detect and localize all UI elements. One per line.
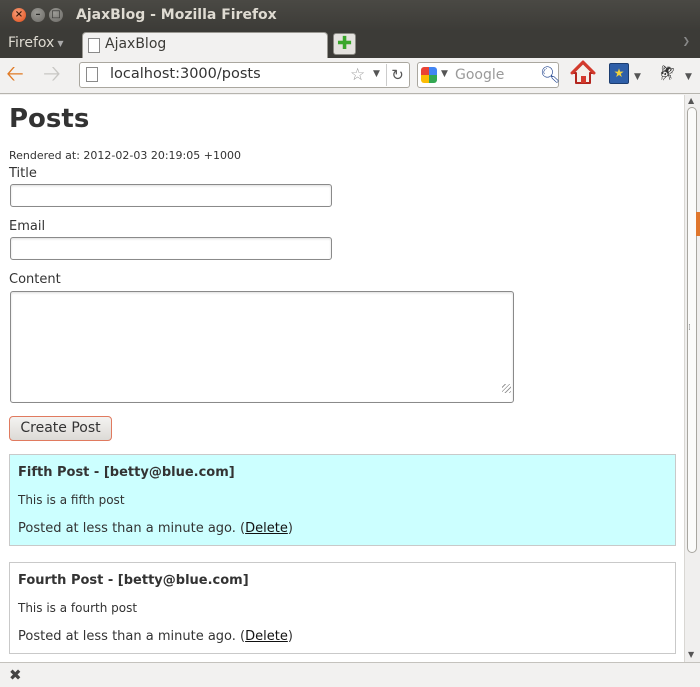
delete-link[interactable]: Delete [245,629,288,644]
tab-list-chevron-icon[interactable]: ❯ [682,37,690,47]
google-icon[interactable] [421,67,437,83]
page-icon [88,38,100,53]
navigation-toolbar: 🡠 🡢 localhost:3000/posts ☆ ▼ ↻ ▼ 🔍︎ ★ ▼ … [0,58,700,94]
bookmarks-icon[interactable]: ★ [609,63,629,84]
close-window-button[interactable]: × [12,8,26,22]
url-text[interactable]: localhost:3000/posts [110,66,261,82]
vertical-scrollbar[interactable]: ▲ ⁞ ▼ [684,95,700,662]
post-meta: Posted at less than a minute ago. (Delet… [18,521,293,536]
post-meta-text: Posted at less than a minute ago. ( [18,521,246,536]
url-bar[interactable]: localhost:3000/posts ☆ ▼ ↻ [79,62,410,88]
post-meta-suffix: ) [287,521,293,536]
forward-arrow-icon[interactable]: 🡢 [43,64,61,86]
scroll-down-arrow-icon[interactable]: ▼ [688,650,694,659]
bug-icon[interactable]: 🪰︎ [658,64,677,82]
minimize-window-button[interactable]: – [31,8,45,22]
bookmark-star-icon[interactable]: ☆ [350,65,365,85]
post-body: This is a fourth post [18,601,138,615]
window-title: AjaxBlog - Mozilla Firefox [76,7,277,23]
email-input[interactable] [10,237,332,260]
new-tab-button[interactable]: ✚ [333,33,356,55]
post-item: Fourth Post - [betty@blue.com] This is a… [9,562,676,654]
content-textarea[interactable] [10,291,514,403]
tab-strip: Firefox ▼ AjaxBlog ✚ ❯ [0,31,700,58]
delete-link[interactable]: Delete [245,521,288,536]
post-title: Fourth Post - [betty@blue.com] [18,573,249,588]
chevron-down-icon[interactable]: ▼ [373,69,380,79]
back-arrow-icon[interactable]: 🡠 [6,64,24,86]
chevron-down-icon[interactable]: ▼ [685,72,692,82]
email-label: Email [9,219,46,234]
title-input[interactable] [10,184,332,207]
search-icon[interactable]: 🔍︎ [540,65,560,84]
create-post-button[interactable]: Create Post [9,416,112,441]
status-bar: ✖ [0,662,700,687]
post-meta: Posted at less than a minute ago. (Delet… [18,629,293,644]
page-title: Posts [9,104,90,134]
grip-icon: ⁞ [688,323,691,333]
tab-ajaxblog[interactable]: AjaxBlog [82,32,328,58]
resize-grip-icon[interactable] [502,384,511,393]
post-body: This is a fifth post [18,493,125,507]
chevron-down-icon[interactable]: ▼ [634,72,641,82]
post-title: Fifth Post - [betty@blue.com] [18,465,235,480]
reload-icon[interactable]: ↻ [386,64,408,86]
scroll-up-arrow-icon[interactable]: ▲ [688,96,694,105]
edge-marker [696,212,700,236]
title-label: Title [9,166,37,181]
page-icon [86,67,98,82]
firefox-menu-label: Firefox [8,35,55,51]
post-item: Fifth Post - [betty@blue.com] This is a … [9,454,676,546]
content-label: Content [9,272,61,287]
chevron-down-icon: ▼ [57,38,64,48]
close-icon[interactable]: ✖ [9,666,22,684]
post-meta-text: Posted at less than a minute ago. ( [18,629,246,644]
search-input[interactable] [455,66,537,84]
plus-icon: ✚ [336,33,353,54]
page-content: Posts Rendered at: 2012-02-03 20:19:05 +… [0,95,684,662]
title-bar: × – □ AjaxBlog - Mozilla Firefox [0,0,700,31]
firefox-menu-button[interactable]: Firefox ▼ [8,35,64,51]
post-meta-suffix: ) [287,629,293,644]
home-icon[interactable] [570,60,596,86]
firefox-window: × – □ AjaxBlog - Mozilla Firefox Firefox… [0,0,700,687]
search-bar[interactable]: ▼ 🔍︎ [417,62,560,88]
rendered-at-text: Rendered at: 2012-02-03 20:19:05 +1000 [9,149,241,162]
tab-label: AjaxBlog [105,36,167,52]
maximize-window-button[interactable]: □ [49,8,63,22]
chevron-down-icon[interactable]: ▼ [441,69,448,79]
